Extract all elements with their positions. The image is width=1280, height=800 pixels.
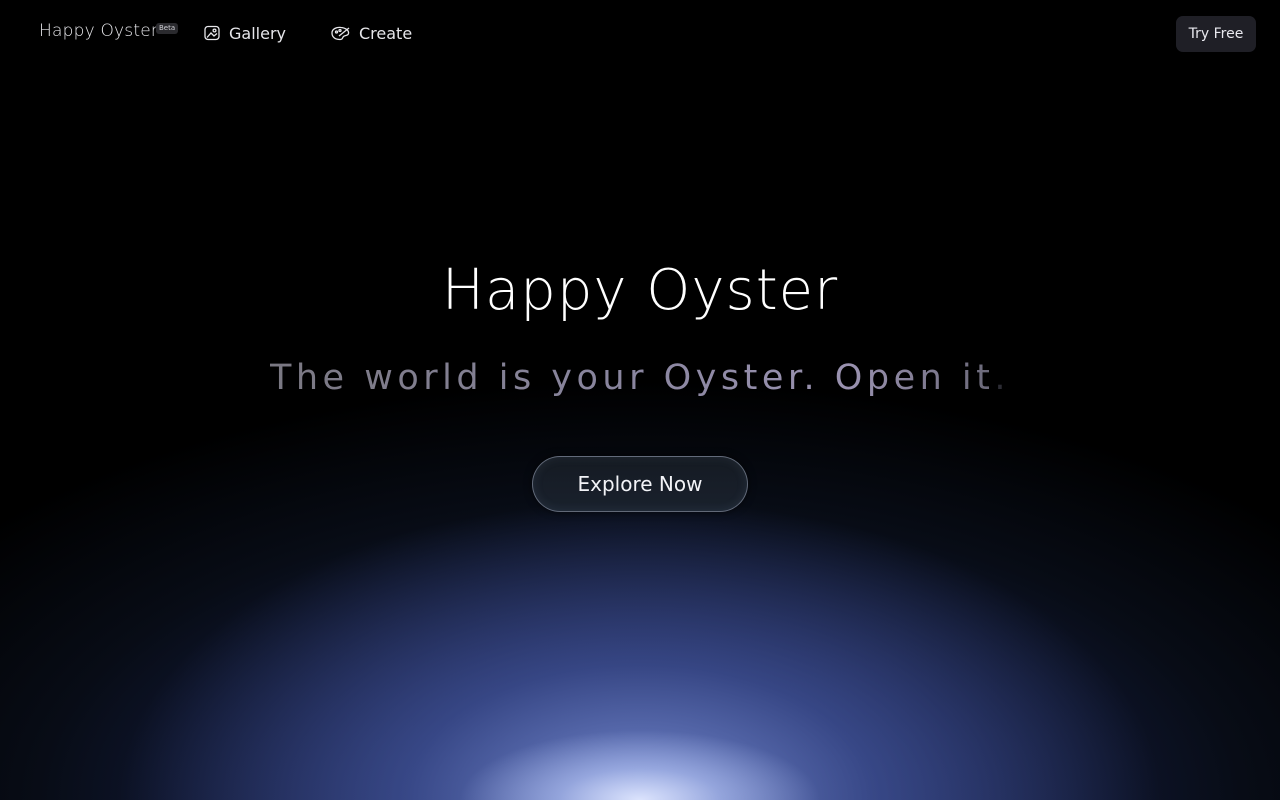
hero-title: Happy Oyster xyxy=(441,258,839,323)
palette-icon xyxy=(329,24,351,42)
nav-create[interactable]: Create xyxy=(329,22,412,44)
beta-badge: Beta xyxy=(156,23,179,34)
nav-gallery[interactable]: Gallery xyxy=(203,22,286,44)
explore-now-button[interactable]: Explore Now xyxy=(532,456,748,512)
hero-subtitle-text: The world is your Oyster. Open it xyxy=(270,358,995,398)
gallery-icon xyxy=(203,24,221,42)
background-glow xyxy=(0,0,1280,800)
try-free-button[interactable]: Try Free xyxy=(1176,16,1256,52)
hero-subtitle-period: . xyxy=(994,358,1010,398)
brand-logo[interactable]: Happy Oyster xyxy=(39,21,158,41)
nav-create-label: Create xyxy=(359,23,413,43)
hero-subtitle: The world is your Oyster. Open it. xyxy=(0,358,1280,398)
top-nav: Happy Oyster Beta Gallery Create Try Fre… xyxy=(0,0,1280,68)
nav-gallery-label: Gallery xyxy=(229,23,286,43)
